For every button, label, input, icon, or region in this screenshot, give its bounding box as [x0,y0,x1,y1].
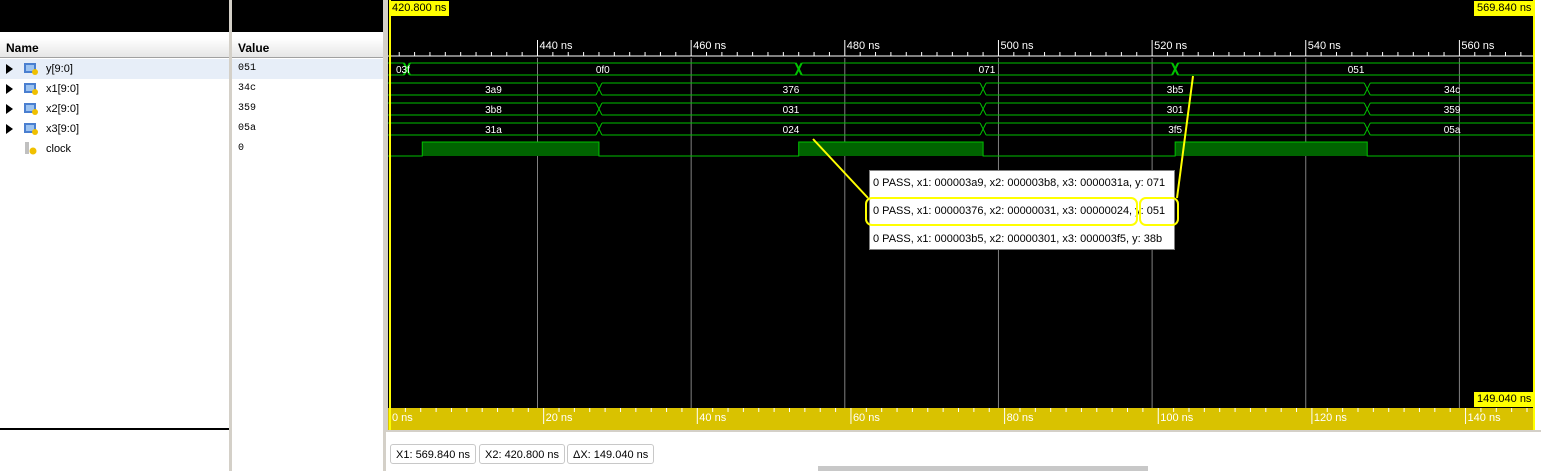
expand-arrow-icon[interactable] [6,104,13,114]
signal-value: 0 [238,143,245,154]
left-cursor-label[interactable]: 420.800 ns [389,1,450,16]
bus-value-label: 3a9 [485,85,502,96]
x2-cursor-readout: X2: 420.800 ns [479,444,566,464]
signal-value: 051 [238,63,257,74]
expand-arrow-icon[interactable] [6,84,13,94]
tooltip-line: 0 PASS, x1: 000003a9, x2: 000003b8, x3: … [873,177,1166,189]
bus-value-label: 31a [485,125,502,136]
signal-name: x3[9:0] [46,123,80,135]
ruler-label: 480 ns [847,40,881,52]
signal-name: x2[9:0] [46,103,80,115]
signal-row-x1[interactable]: x1[9:0] [0,79,229,99]
ruler-label: 460 ns [693,40,727,52]
signal-value: 34c [238,83,257,94]
signal-name: y[9:0] [46,63,73,75]
horizontal-scrollbar[interactable] [818,466,1148,471]
signal-value: 05a [238,123,257,134]
ruler-label: 520 ns [1154,40,1188,52]
clock-high-fill [422,142,599,156]
delta-ruler-label: 120 ns [1314,412,1348,424]
right-cursor-label[interactable]: 569.840 ns [1474,1,1535,16]
bus-value-label: 024 [783,125,800,136]
name-column-header[interactable]: Name [0,38,229,58]
signal-row-clock[interactable]: clock [0,139,229,159]
signal-value: 359 [238,103,257,114]
signal-row-x2[interactable]: x2[9:0] [0,99,229,119]
bus-value-label: 3f5 [1168,125,1182,136]
ruler-label: 440 ns [540,40,574,52]
signal-name: x1[9:0] [46,83,80,95]
x1-cursor-readout: X1: 569.840 ns [390,444,477,464]
name-panel-bottom [0,428,229,430]
bus-output-icon [24,63,38,75]
delta-ruler-label: 0 ns [392,412,413,424]
clock-high-fill [1175,142,1368,156]
value-panel-top [232,0,383,32]
bus-value-label: 3b5 [1167,85,1184,96]
bus-value-label: 34c [1444,85,1460,96]
bus-input-icon [24,83,38,95]
clock-high-fill [798,142,984,156]
ruler-label: 540 ns [1308,40,1342,52]
value-column-header[interactable]: Value [232,38,383,58]
value-row-x3: 05a [232,119,383,139]
value-row-clock: 0 [232,139,383,159]
bus-input-icon [24,103,38,115]
delta-ruler-label: 60 ns [853,412,880,424]
delta-ruler-label: 100 ns [1160,412,1194,424]
value-row-y: 051 [232,59,383,79]
delta-cursor-label[interactable]: 149.040 ns [1474,392,1535,407]
delta-ruler-label: 80 ns [1007,412,1034,424]
bus-value-label: 0f0 [596,65,610,76]
bus-value-label: 071 [979,65,996,76]
name-panel: Name y[9:0] x1[9:0] x2[9:0] x3[9:0] cloc… [0,0,229,471]
tooltip-line: 0 PASS, x1: 000003b5, x2: 00000301, x3: … [873,233,1163,245]
console-output-tooltip: 0 PASS, x1: 000003a9, x2: 000003b8, x3: … [869,170,1175,250]
bus-value-label: 031 [783,105,800,116]
bus-value-label: 03f [396,65,410,76]
bus-value-label: 05a [1444,125,1461,136]
signal-row-x3[interactable]: x3[9:0] [0,119,229,139]
expand-arrow-icon[interactable] [6,124,13,134]
bus-value-label: 301 [1167,105,1184,116]
bus-value-label: 359 [1444,105,1461,116]
value-panel: Value 051 34c 359 05a 0 [232,0,383,471]
name-panel-top [0,0,229,32]
delta-ruler-label: 20 ns [546,412,573,424]
bus-value-label: 376 [783,85,800,96]
bus-value-label: 051 [1348,65,1365,76]
ruler-label: 560 ns [1461,40,1495,52]
value-row-x2: 359 [232,99,383,119]
expand-arrow-icon[interactable] [6,64,13,74]
single-bit-icon [25,142,37,155]
ruler-label: 500 ns [1000,40,1034,52]
delta-ruler-label: 40 ns [699,412,726,424]
signal-row-y[interactable]: y[9:0] [0,59,229,79]
value-row-x1: 34c [232,79,383,99]
delta-readout: ΔX: 149.040 ns [567,444,655,464]
signal-name: clock [46,143,72,155]
delta-ruler-label: 140 ns [1468,412,1502,424]
vertical-scrollbar[interactable] [1535,0,1541,430]
bus-value-label: 3b8 [485,105,502,116]
tooltip-line: 0 PASS, x1: 00000376, x2: 00000031, x3: … [873,205,1166,217]
bus-input-icon [24,123,38,135]
